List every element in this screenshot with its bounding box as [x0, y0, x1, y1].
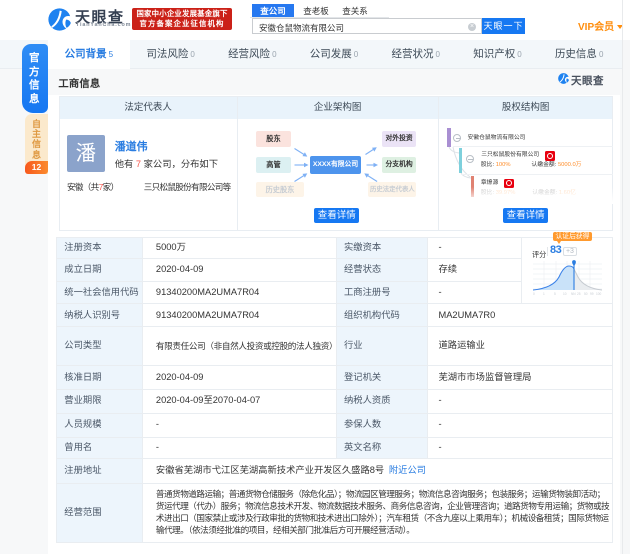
svg-text:5: 5	[554, 292, 556, 296]
svg-text:99: 99	[590, 292, 594, 296]
svg-text:100: 100	[596, 292, 602, 296]
svg-text:25: 25	[577, 292, 581, 296]
svg-text:10: 10	[563, 292, 567, 296]
svg-text:0: 0	[533, 292, 535, 296]
svg-text:50: 50	[584, 292, 588, 296]
svg-text:NN: NN	[571, 292, 576, 296]
svg-text:1: 1	[543, 292, 545, 296]
